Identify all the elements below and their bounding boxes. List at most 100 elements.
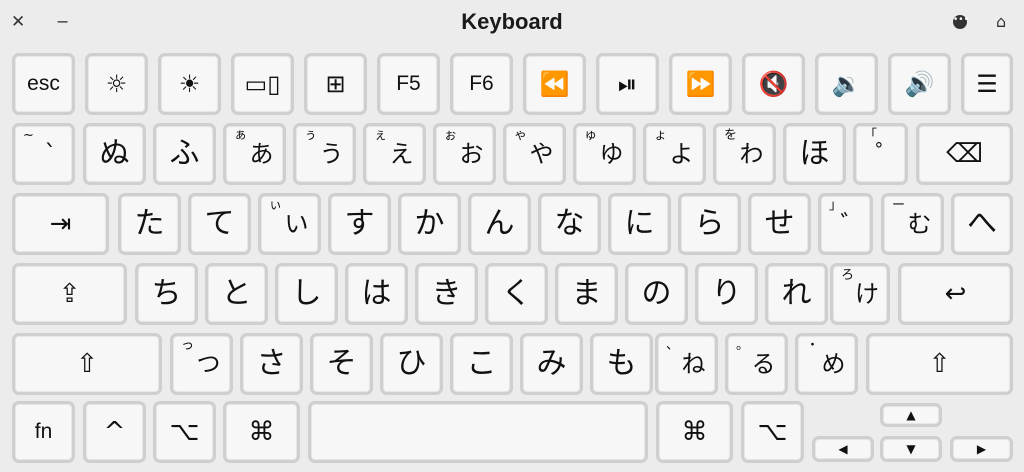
mission-control-icon: ▭▯: [244, 70, 281, 98]
key-ta[interactable]: た: [118, 193, 181, 255]
key-label: F6: [469, 72, 494, 95]
key-label: ほ: [799, 136, 830, 171]
key-tab[interactable]: ⇥: [12, 193, 109, 255]
command-icon: ⌘: [681, 417, 708, 447]
key-ku[interactable]: く: [485, 263, 548, 325]
key-sa[interactable]: さ: [240, 333, 303, 395]
key-arrow-down[interactable]: ▼: [880, 436, 942, 462]
key-label: め: [821, 350, 846, 378]
key-kagi-open[interactable]: 「゜: [853, 123, 908, 185]
key-tsu[interactable]: っつ: [170, 333, 233, 395]
key-u[interactable]: ぅう: [293, 123, 356, 185]
key-label: fn: [34, 420, 53, 443]
key-ni[interactable]: に: [608, 193, 671, 255]
command-icon: ⌘: [248, 417, 275, 447]
key-label: つ: [196, 350, 221, 378]
key-arrow-right[interactable]: ▶: [950, 436, 1013, 462]
key-e[interactable]: ぇえ: [363, 123, 426, 185]
key-ke[interactable]: ろけ: [830, 263, 890, 325]
rewind-icon: ⏪: [539, 70, 570, 98]
key-ri[interactable]: り: [695, 263, 758, 325]
home-icon[interactable]: ⌂: [996, 12, 1006, 32]
key-mi[interactable]: み: [520, 333, 583, 395]
key-control[interactable]: ^: [83, 401, 146, 463]
key-nu[interactable]: ぬ: [83, 123, 146, 185]
play-pause-icon: ⏯: [617, 70, 638, 98]
key-launchpad[interactable]: ⊞: [304, 53, 367, 115]
key-ki[interactable]: き: [415, 263, 478, 325]
key-f5[interactable]: F5: [377, 53, 440, 115]
key-fast-forward[interactable]: ⏩: [669, 53, 732, 115]
key-yu[interactable]: ゅゆ: [573, 123, 636, 185]
key-chi[interactable]: ち: [135, 263, 198, 325]
key-command-left[interactable]: ⌘: [223, 401, 300, 463]
key-brightness-up[interactable]: ☀: [158, 53, 221, 115]
key-re[interactable]: れ: [765, 263, 828, 325]
key-ho[interactable]: ほ: [783, 123, 846, 185]
key-ha[interactable]: は: [345, 263, 408, 325]
key-label: け: [855, 280, 879, 308]
arrow-up-icon: ▲: [906, 408, 916, 422]
key-volume-up[interactable]: 🔊: [888, 53, 951, 115]
key-mute[interactable]: 🔇: [742, 53, 805, 115]
key-ne[interactable]: 、ね: [655, 333, 718, 395]
key-rewind[interactable]: ⏪: [523, 53, 586, 115]
key-ma[interactable]: ま: [555, 263, 618, 325]
key-caps[interactable]: ⇪: [12, 263, 127, 325]
key-space[interactable]: [308, 401, 648, 463]
key-mission-control[interactable]: ▭▯: [231, 53, 294, 115]
key-fn[interactable]: fn: [12, 401, 75, 463]
key-ya[interactable]: ゃや: [503, 123, 566, 185]
key-mu[interactable]: ーむ: [881, 193, 944, 255]
key-yo[interactable]: ょよ: [643, 123, 706, 185]
more-options-icon[interactable]: •••: [953, 15, 969, 29]
key-ra[interactable]: ら: [678, 193, 741, 255]
key-esc[interactable]: esc: [12, 53, 75, 115]
key-label: ち: [151, 276, 182, 311]
key-backtick[interactable]: ~ `: [12, 123, 75, 185]
key-label: ゜: [875, 140, 900, 168]
key-volume-down[interactable]: 🔉: [815, 53, 878, 115]
key-ko[interactable]: こ: [450, 333, 513, 395]
key-command-right[interactable]: ⌘: [656, 401, 733, 463]
key-mo[interactable]: も: [590, 333, 653, 395]
key-return[interactable]: ↩: [898, 263, 1013, 325]
key-option-left[interactable]: ⌥: [153, 401, 216, 463]
key-fu[interactable]: ふ: [153, 123, 216, 185]
key-kagi-close[interactable]: 」゛: [818, 193, 873, 255]
key-na[interactable]: な: [538, 193, 601, 255]
key-so[interactable]: そ: [310, 333, 373, 395]
key-arrow-up[interactable]: ▲: [880, 403, 942, 427]
volume-down-icon: 🔉: [831, 70, 862, 98]
key-label: か: [414, 206, 445, 241]
key-he[interactable]: へ: [951, 193, 1013, 255]
key-shi[interactable]: し: [275, 263, 338, 325]
key-wa[interactable]: をわ: [713, 123, 776, 185]
key-shift-right[interactable]: ⇧: [866, 333, 1013, 395]
key-f6[interactable]: F6: [450, 53, 513, 115]
key-list[interactable]: ☰: [961, 53, 1013, 115]
key-ru[interactable]: 。る: [725, 333, 788, 395]
key-arrow-left[interactable]: ◀: [812, 436, 874, 462]
key-a[interactable]: ぁあ: [223, 123, 286, 185]
key-ka[interactable]: か: [398, 193, 461, 255]
key-te[interactable]: て: [188, 193, 251, 255]
key-label: て: [204, 206, 235, 241]
key-play-pause[interactable]: ⏯: [596, 53, 659, 115]
key-brightness-down[interactable]: ☼: [85, 53, 148, 115]
key-su[interactable]: す: [328, 193, 391, 255]
key-label: り: [711, 276, 742, 311]
key-label: る: [751, 350, 776, 378]
key-label: む: [907, 210, 932, 238]
key-hi[interactable]: ひ: [380, 333, 443, 395]
key-shift-left[interactable]: ⇧: [12, 333, 162, 395]
key-no[interactable]: の: [625, 263, 688, 325]
key-n[interactable]: ん: [468, 193, 531, 255]
key-option-right[interactable]: ⌥: [741, 401, 804, 463]
key-me[interactable]: ・め: [795, 333, 858, 395]
key-o[interactable]: ぉお: [433, 123, 496, 185]
key-delete[interactable]: ⌫: [916, 123, 1013, 185]
key-i[interactable]: ぃい: [258, 193, 321, 255]
key-to[interactable]: と: [205, 263, 268, 325]
key-se[interactable]: せ: [748, 193, 811, 255]
